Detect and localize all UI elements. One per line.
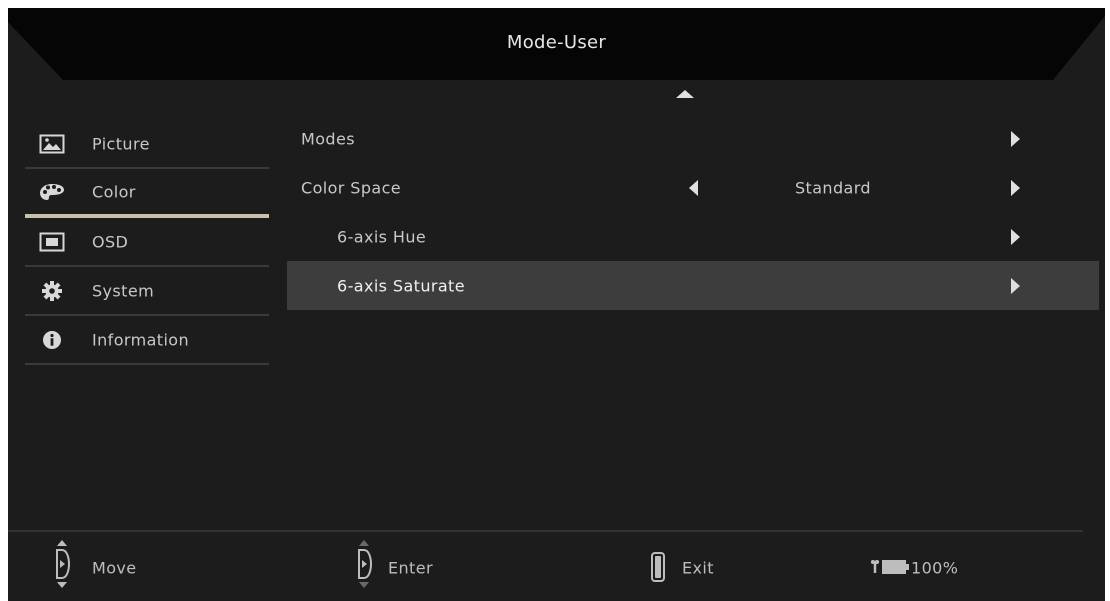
sidebar-item-picture[interactable]: Picture [25,120,269,169]
menu-row-modes[interactable]: Modes [287,114,1099,163]
footer-exit: Exit [648,538,808,598]
osd-icon [39,232,65,251]
sidebar-item-color[interactable]: Color [25,169,269,218]
sidebar-item-label: Color [92,182,136,201]
row-label: 6-axis Saturate [337,276,465,295]
osd-menu: Mode-User Picture Color OSD System Infor… [8,8,1105,601]
picture-icon [39,134,65,153]
menu-list: Modes Color Space Standard 6-axis Hue 6-… [287,114,1099,310]
sidebar-item-system[interactable]: System [25,267,269,316]
footer-battery: 100% [868,538,1028,598]
sidebar-item-information[interactable]: Information [25,316,269,365]
arrow-left-icon[interactable] [689,179,698,196]
screen: Mode-User Picture Color OSD System Infor… [0,0,1110,601]
footer-move: Move [52,538,212,598]
sidebar: Picture Color OSD System Information [25,120,269,365]
header-bar: Mode-User [8,8,1105,88]
arrow-right-icon[interactable] [1011,179,1020,196]
footer-battery-label: 100% [911,558,959,578]
sidebar-item-label: Picture [92,134,150,153]
footer-enter: Enter [354,538,514,598]
footer-exit-label: Exit [682,558,714,578]
arrow-right-icon[interactable] [1011,228,1020,245]
footer-enter-label: Enter [388,558,433,578]
menu-row-6-axis-saturate[interactable]: 6-axis Saturate [287,261,1099,310]
menu-row-color-space[interactable]: Color Space Standard [287,163,1099,212]
info-icon [43,330,61,349]
enter-joystick-icon [358,540,373,588]
arrow-right-icon[interactable] [1011,277,1020,294]
sidebar-item-label: System [92,281,155,300]
exit-button-icon [651,552,665,582]
arrow-right-icon[interactable] [1011,130,1020,147]
palette-icon [40,183,64,200]
battery-charging-icon [871,560,909,574]
footer-move-label: Move [92,558,137,578]
row-label: Modes [301,129,355,148]
sidebar-item-label: Information [92,330,190,349]
menu-row-6-axis-hue[interactable]: 6-axis Hue [287,212,1099,261]
row-label: 6-axis Hue [337,227,427,246]
gear-icon [42,280,62,301]
scroll-up-arrow-icon[interactable] [675,88,695,100]
row-label: Color Space [301,178,402,197]
color-space-value: Standard [795,178,871,197]
sidebar-item-label: OSD [92,232,129,251]
move-joystick-icon [56,540,71,588]
sidebar-item-osd[interactable]: OSD [25,218,269,267]
page-title: Mode-User [506,32,607,53]
footer-divider [8,530,1083,532]
